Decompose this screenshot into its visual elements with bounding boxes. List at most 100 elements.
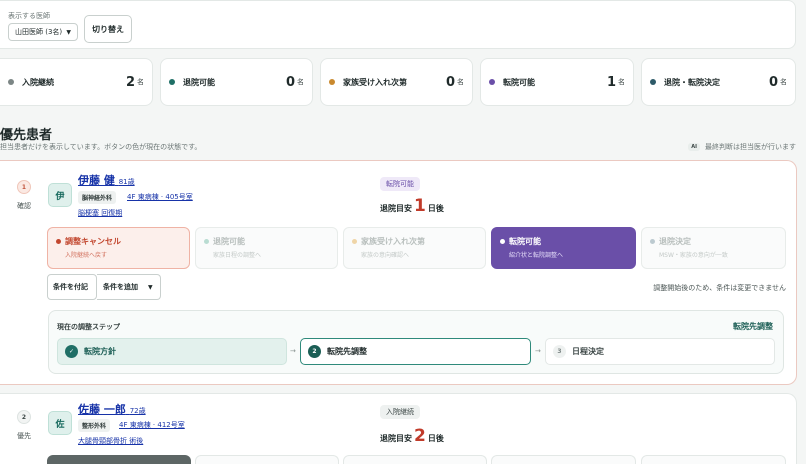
department-badge: 脳神経外科 (78, 191, 117, 204)
step-title: 転院可能 (509, 237, 541, 246)
step-title: 退院可能 (213, 237, 245, 246)
continue-inpatient-button[interactable] (47, 455, 191, 464)
stat-count: 1 (606, 74, 616, 90)
stat-count: 0 (445, 74, 455, 90)
flow-title: 現在の調整ステップ (57, 323, 120, 331)
doctor-selector-card: 表示する医師 山田医師 (3名) ▼ 切り替え (0, 0, 796, 49)
step-title: 家族受け入れ次第 (361, 237, 425, 246)
flow-step-label: 転院方針 (84, 347, 116, 356)
flow-step-label: 日程決定 (572, 347, 604, 356)
stat-count: 2 (125, 74, 135, 90)
status-dot-icon (489, 79, 495, 85)
stat-card-dischargeable[interactable]: 退院可能 0 名 (160, 58, 313, 106)
step-desc: 家族の意向確認へ (361, 252, 410, 259)
stat-card-transferable[interactable]: 転院可能 1 名 (480, 58, 634, 106)
switch-button[interactable]: 切り替え (84, 15, 132, 43)
stat-card-inpatient[interactable]: 入院継続 2 名 (0, 58, 153, 106)
avatar: 伊 (48, 183, 72, 207)
eta-suffix: 日後 (427, 434, 444, 443)
condition-note: 調整開始後のため、条件は変更できません (653, 284, 786, 292)
transferable-button[interactable]: 転院可能 紹介状と転院調整へ (491, 227, 636, 269)
eta-prefix: 退院目安 (380, 434, 412, 443)
discharge-decided-button[interactable] (641, 455, 786, 464)
status-dot-icon (650, 79, 656, 85)
dot-icon (500, 239, 505, 244)
flow-step-done: ✓ 転院方針 (57, 338, 287, 365)
diagnosis-link[interactable]: 脳梗塞 回復期 (78, 208, 122, 218)
ai-note-text: 最終判断は担当医が行います (705, 143, 796, 151)
section-subtitle: 担当患者だけを表示しています。ボタンの色が現在の状態です。 (0, 143, 202, 151)
chevron-down-icon: ▼ (66, 28, 71, 36)
dischargeable-button[interactable]: 退院可能 家族日程の調整へ (195, 227, 338, 269)
rank-badge: 2 (17, 410, 31, 424)
ward-link[interactable]: 4F 東病棟 · 412号室 (119, 420, 185, 430)
stat-unit: 名 (297, 78, 304, 86)
step-number: 2 (308, 345, 321, 358)
eta-suffix: 日後 (427, 204, 444, 213)
doctor-select[interactable]: 山田医師 (3名) ▼ (8, 23, 78, 41)
ward-link[interactable]: 4F 東病棟 · 405号室 (127, 192, 193, 202)
stat-unit: 名 (457, 78, 464, 86)
stat-unit: 名 (780, 78, 787, 86)
section-title: 優先患者 (0, 128, 53, 143)
stat-count: 0 (768, 74, 778, 90)
status-dot-icon (8, 79, 14, 85)
department-badge: 整形外科 (78, 419, 111, 432)
patient-name-link[interactable]: 伊藤 健 81歳 (78, 172, 135, 188)
doctor-select-label: 表示する医師 (8, 12, 50, 20)
ai-note: AI 最終判断は担当医が行います (688, 142, 796, 152)
add-note-button[interactable]: 条件を付記 (47, 274, 97, 300)
dot-icon (352, 239, 357, 244)
stat-unit: 名 (618, 78, 625, 86)
patient-name: 伊藤 健 (78, 174, 115, 187)
status-badge: 転院可能 (380, 177, 420, 191)
step-number: 3 (553, 345, 566, 358)
rank-label: 確認 (17, 202, 31, 210)
step-desc: 入院継続へ戻す (65, 252, 108, 259)
adjustment-step-panel: 現在の調整ステップ 転院先調整 ✓ 転院方針 → 2 転院先調整 → 3 日程決… (48, 310, 784, 374)
flow-step-label: 転院先調整 (327, 347, 367, 356)
family-acceptance-button[interactable] (343, 455, 487, 464)
check-icon: ✓ (65, 345, 78, 358)
patient-age: 81歳 (118, 178, 135, 186)
diagnosis-link[interactable]: 大腿骨頸部骨折 術後 (78, 436, 143, 446)
dot-icon (204, 239, 209, 244)
dischargeable-button[interactable] (195, 455, 339, 464)
dot-icon (56, 239, 61, 244)
transferable-button[interactable] (491, 455, 636, 464)
status-dot-icon (169, 79, 175, 85)
eta-days: 2 (414, 426, 426, 446)
rank-badge: 1 (17, 180, 31, 194)
cancel-adjustment-button[interactable]: 調整キャンセル 入院継続へ戻す (47, 227, 190, 269)
rank-label: 優先 (17, 432, 31, 440)
family-acceptance-button[interactable]: 家族受け入れ次第 家族の意向確認へ (343, 227, 486, 269)
status-dot-icon (329, 79, 335, 85)
avatar: 佐 (48, 411, 72, 435)
stat-unit: 名 (137, 78, 144, 86)
eta-days: 1 (414, 196, 426, 216)
stat-label: 入院継続 (22, 77, 54, 87)
step-title: 調整キャンセル (65, 237, 121, 246)
stat-label: 転院可能 (503, 77, 535, 87)
discharge-eta: 退院目安 2 日後 (380, 426, 444, 446)
discharge-decided-button[interactable]: 退院決定 MSW・家族の意向が一致 (641, 227, 786, 269)
discharge-eta: 退院目安 1 日後 (380, 196, 444, 216)
arrow-right-icon: → (290, 347, 296, 355)
status-badge: 入院継続 (380, 405, 420, 419)
ai-icon: AI (688, 143, 700, 151)
stat-card-family[interactable]: 家族受け入れ次第 0 名 (320, 58, 473, 106)
patient-name-link[interactable]: 佐藤 一郎 72歳 (78, 401, 146, 417)
stat-card-decided[interactable]: 退院・転院決定 0 名 (641, 58, 796, 106)
flow-current: 転院先調整 (733, 322, 773, 331)
doctor-select-value: 山田医師 (3名) (15, 28, 63, 36)
arrow-right-icon: → (535, 347, 541, 355)
step-title: 退院決定 (659, 237, 691, 246)
condition-select-value: 条件を追加 (103, 283, 138, 291)
flow-step-next: 3 日程決定 (545, 338, 775, 365)
dot-icon (650, 239, 655, 244)
step-desc: 家族日程の調整へ (213, 252, 262, 259)
condition-select[interactable]: 条件を追加 ▼ (97, 274, 161, 300)
stat-count: 0 (285, 74, 295, 90)
stat-label: 家族受け入れ次第 (343, 77, 407, 87)
step-desc: MSW・家族の意向が一致 (659, 252, 728, 259)
